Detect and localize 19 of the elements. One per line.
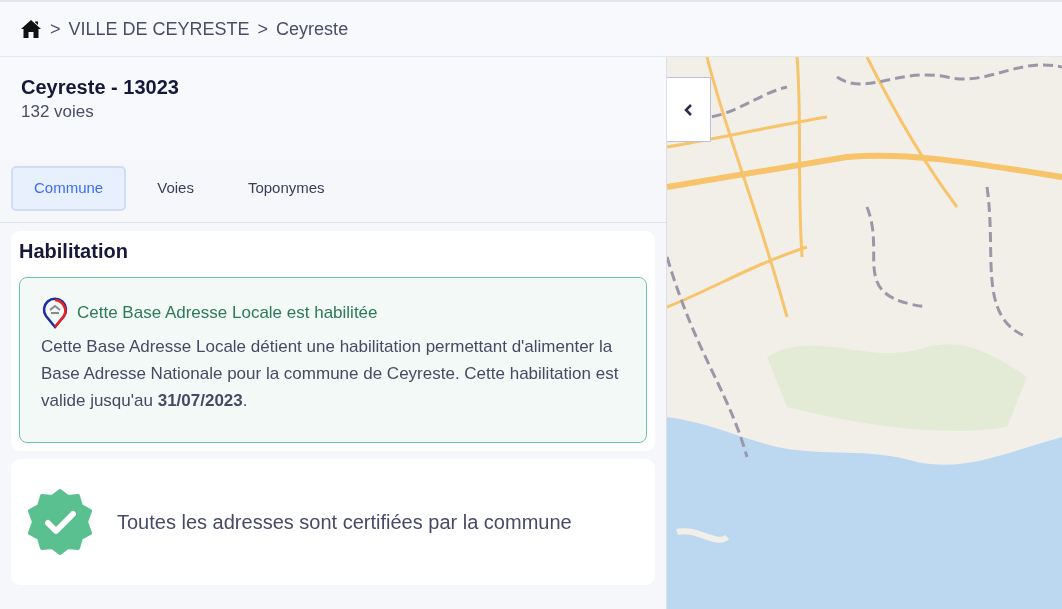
collapse-button[interactable] (667, 77, 711, 142)
map-pin-icon (41, 296, 69, 329)
map-drawing[interactable] (667, 57, 1062, 609)
certification-text: Toutes les adresses sont certifiées par la commune (117, 509, 572, 535)
breadcrumb-link[interactable]: Ceyreste (276, 15, 349, 43)
chevron-left-icon (684, 102, 693, 117)
breadcrumb-link[interactable]: VILLE DE CEYRESTE (68, 15, 250, 43)
tab[interactable]: Commune (11, 166, 127, 211)
alert-title: Cette Base Adresse Locale est habilitée (77, 301, 378, 324)
tab[interactable]: Toponymes (224, 166, 348, 211)
check-badge-icon (27, 488, 93, 555)
alert-text: Cette Base Adresse Locale détient une habilitation permettant d'alimenter la Base Adresse Nationale pour la commune de Ceyreste. Cette habilitation est valide jusqu'au 31/07/2023. (41, 335, 620, 412)
tab[interactable]: Voies (134, 166, 217, 211)
commune-title: Ceyreste - 13023 (21, 75, 180, 99)
breadcrumb-separator: > (257, 17, 269, 41)
street-count: 132 voies (21, 101, 95, 123)
section-heading: Habilitation (19, 238, 129, 263)
home-icon[interactable] (20, 19, 42, 39)
breadcrumb-separator: > (50, 17, 61, 41)
